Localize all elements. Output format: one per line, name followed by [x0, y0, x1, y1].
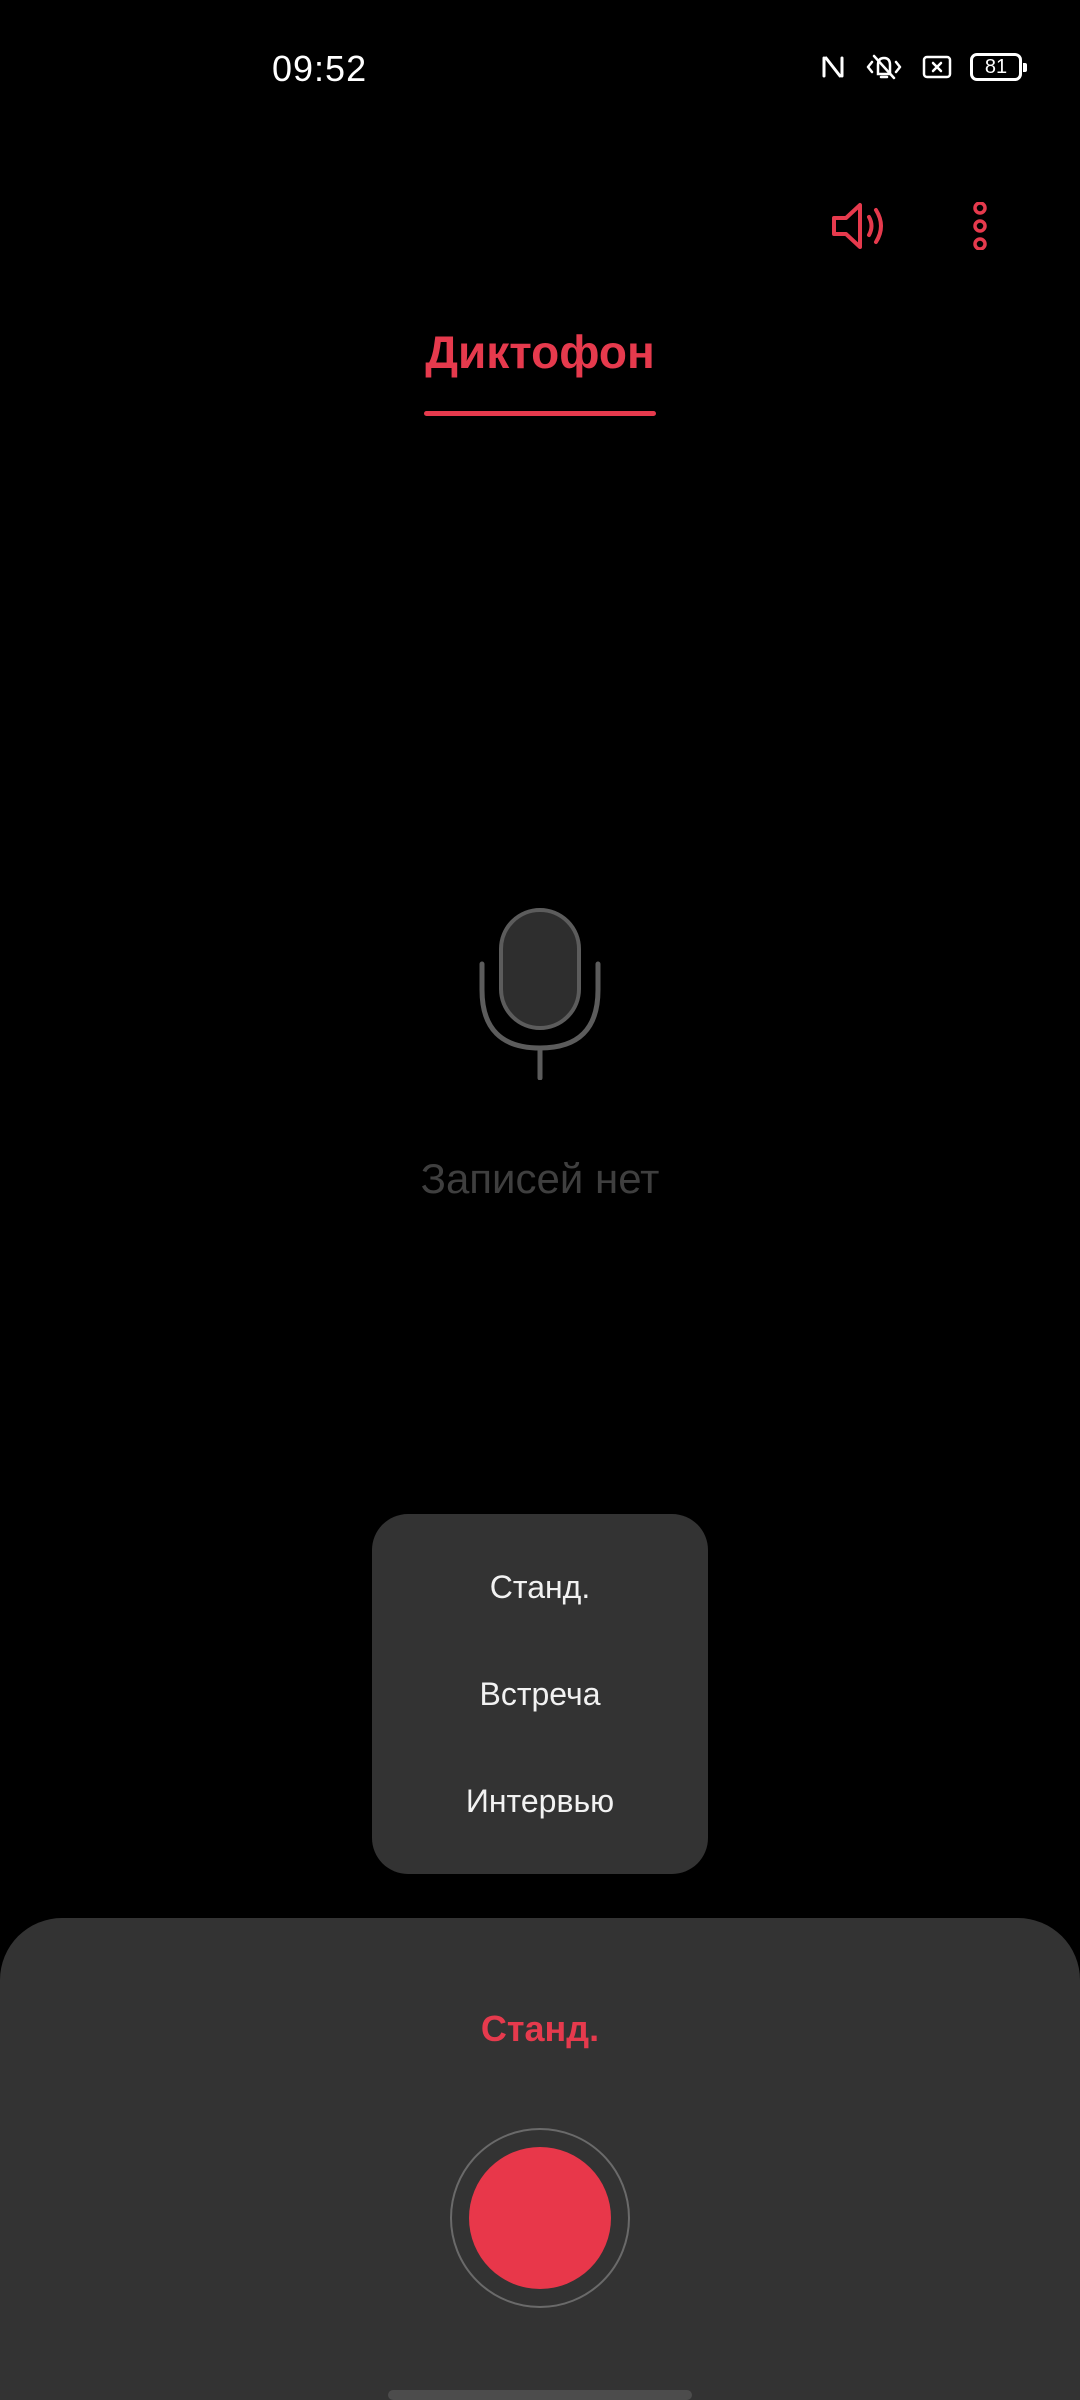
speaker-icon [830, 199, 890, 258]
navigation-handle[interactable] [388, 2390, 692, 2400]
microphone-icon [478, 900, 602, 1085]
battery-level: 81 [984, 56, 1008, 78]
toolbar [780, 180, 1080, 270]
recorder-panel: Станд. [0, 1918, 1080, 2400]
status-bar: 09:52 81 [0, 0, 1080, 130]
tab-recorder[interactable]: Диктофон [424, 320, 656, 416]
tab-label: Диктофон [425, 326, 655, 378]
record-button[interactable] [450, 2128, 630, 2308]
vibrate-icon [864, 52, 904, 82]
status-icons: 81 [820, 52, 1027, 82]
current-mode-selector[interactable]: Станд. [0, 2008, 1080, 2050]
mode-option-standard[interactable]: Станд. [372, 1534, 708, 1641]
status-time: 09:52 [272, 48, 368, 89]
more-options-button[interactable] [945, 188, 1015, 268]
more-vertical-icon [970, 200, 990, 255]
tab-indicator [424, 411, 656, 416]
nfc-icon [820, 52, 846, 82]
mode-menu: Станд. Встреча Интервью [372, 1514, 708, 1874]
empty-state: Записей нет [0, 900, 1080, 1203]
mode-option-meeting[interactable]: Встреча [372, 1641, 708, 1748]
speaker-button[interactable] [820, 188, 900, 268]
mode-option-interview[interactable]: Интервью [372, 1748, 708, 1855]
battery-icon: 81 [970, 53, 1027, 81]
battery-saver-icon [922, 54, 952, 80]
record-icon [469, 2147, 611, 2289]
empty-message: Записей нет [420, 1155, 660, 1202]
